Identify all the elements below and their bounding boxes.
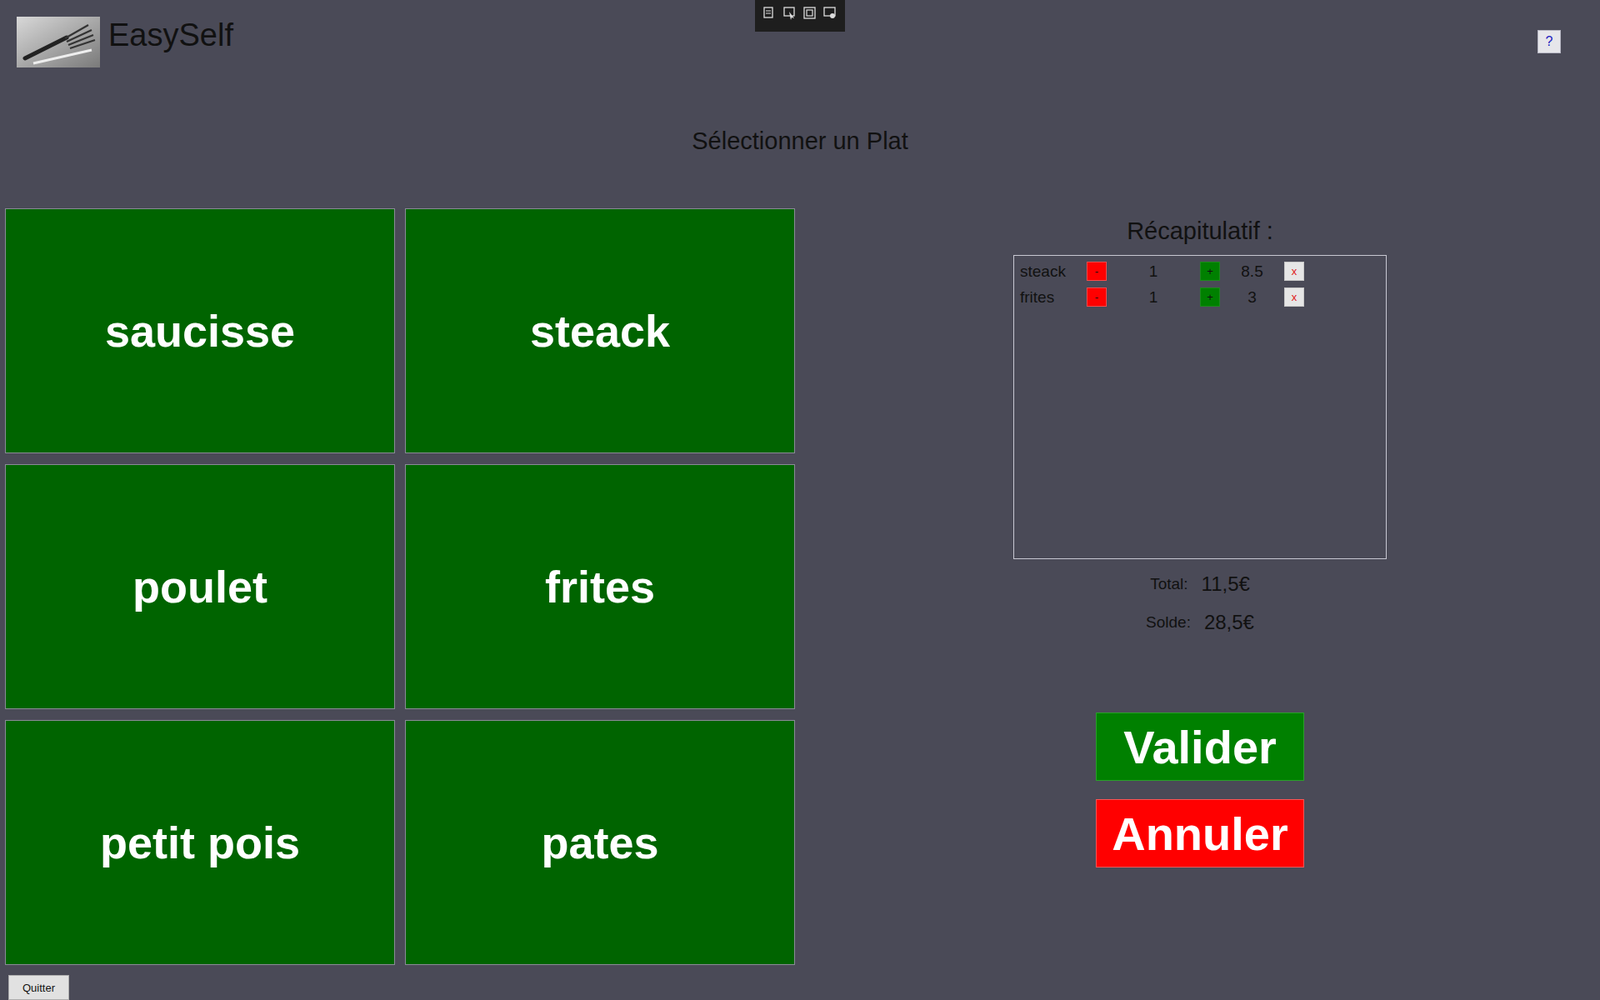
order-list: steack-1+8.5xfrites-1+3x — [1013, 255, 1387, 560]
quit-button[interactable]: Quitter — [8, 975, 70, 1000]
dish-grid: saucissesteackpouletfritespetit poispate… — [0, 208, 800, 965]
track-focus-icon[interactable] — [822, 5, 838, 21]
decrement-button[interactable]: - — [1086, 287, 1107, 307]
page-heading: Sélectionner un Plat — [0, 125, 1600, 156]
help-button[interactable]: ? — [1537, 30, 1561, 54]
remove-button[interactable]: x — [1284, 287, 1305, 307]
easyself-window: EasySelf?Sélectionner un Platsaucisseste… — [0, 0, 1600, 1000]
layout-adorner-icon[interactable] — [802, 5, 818, 21]
validate-button[interactable]: Valider — [1095, 712, 1305, 781]
balance-label: Solde: — [1145, 613, 1191, 632]
balance-row: Solde: 28,5€ — [1145, 609, 1255, 636]
item-name: frites — [1020, 288, 1087, 307]
order-row: frites-1+3x — [1020, 285, 1386, 310]
summary-panel: Récapitulatif :steack-1+8.5xfrites-1+3xT… — [800, 208, 1600, 965]
order-row: steack-1+8.5x — [1020, 259, 1386, 284]
main-area: saucissesteackpouletfritespetit poispate… — [0, 208, 1600, 965]
remove-button[interactable]: x — [1284, 261, 1305, 281]
total-value: 11,5€ — [1201, 572, 1250, 596]
dish-button[interactable]: saucisse — [5, 208, 395, 454]
decrement-button[interactable]: - — [1086, 261, 1107, 281]
visual-tree-icon[interactable] — [762, 5, 778, 21]
item-price: 3 — [1220, 288, 1285, 307]
item-name: steack — [1020, 262, 1087, 281]
item-quantity: 1 — [1106, 288, 1200, 307]
dish-button[interactable]: pates — [405, 720, 795, 965]
app-title: EasySelf — [108, 16, 234, 54]
increment-button[interactable]: + — [1200, 287, 1220, 307]
total-label: Total: — [1150, 575, 1188, 594]
total-row: Total: 11,5€ — [1150, 570, 1250, 598]
cutlery-logo-icon — [16, 16, 100, 68]
increment-button[interactable]: + — [1200, 261, 1220, 281]
dish-button[interactable]: frites — [405, 464, 795, 710]
dish-button[interactable]: steack — [405, 208, 795, 454]
footer: Quitter — [0, 975, 1600, 1000]
cancel-button[interactable]: Annuler — [1095, 799, 1305, 868]
dish-button[interactable]: poulet — [5, 464, 395, 710]
balance-value: 28,5€ — [1204, 610, 1255, 635]
item-quantity: 1 — [1106, 262, 1200, 281]
debug-toolbar — [755, 0, 845, 32]
item-price: 8.5 — [1220, 262, 1285, 281]
summary-title: Récapitulatif : — [1126, 215, 1274, 246]
dish-button[interactable]: petit pois — [5, 720, 395, 965]
select-element-icon[interactable] — [782, 5, 798, 21]
